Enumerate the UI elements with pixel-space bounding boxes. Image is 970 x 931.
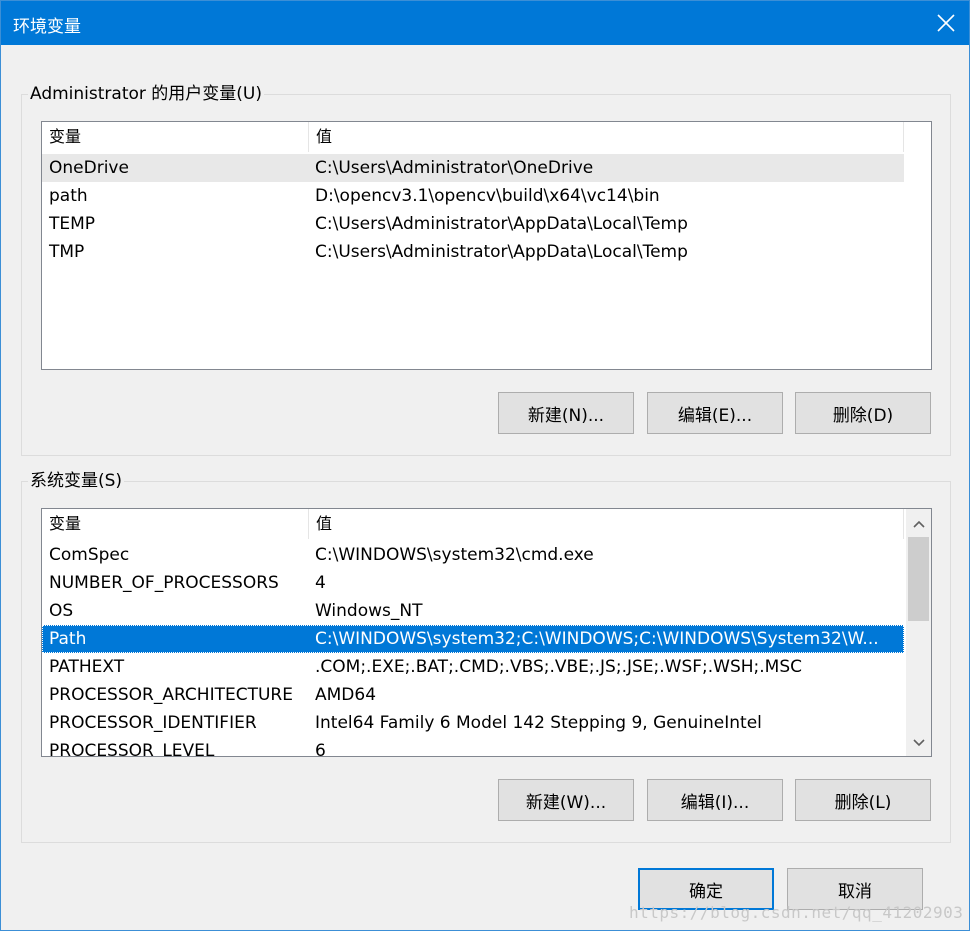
user-delete-button[interactable]: 删除(D) bbox=[795, 392, 931, 434]
list-item-selected[interactable]: Path C:\WINDOWS\system32;C:\WINDOWS;C:\W… bbox=[42, 625, 904, 653]
list-item[interactable]: OS Windows_NT bbox=[42, 597, 904, 625]
scroll-up-button[interactable] bbox=[906, 511, 931, 536]
variable-name: Path bbox=[49, 629, 87, 649]
system-delete-button[interactable]: 删除(L) bbox=[795, 779, 931, 821]
variable-value: Windows_NT bbox=[315, 601, 423, 621]
variable-value: .COM;.EXE;.BAT;.CMD;.VBS;.VBE;.JS;.JSE;.… bbox=[315, 657, 803, 677]
watermark-text: https://blog.csdn.net/qq_41202903 bbox=[629, 903, 964, 922]
variable-name: PROCESSOR_ARCHITECTURE bbox=[49, 685, 293, 705]
scroll-down-button[interactable] bbox=[906, 730, 931, 755]
environment-variables-dialog: 环境变量 Administrator 的用户变量(U) 变量 值 OneDriv… bbox=[0, 0, 970, 931]
list-header: 变量 值 bbox=[42, 509, 904, 539]
vertical-scrollbar[interactable] bbox=[906, 509, 931, 756]
variable-name: TEMP bbox=[49, 214, 96, 234]
variable-name: path bbox=[49, 186, 88, 206]
list-header: 变量 值 bbox=[42, 122, 904, 152]
variable-value: 4 bbox=[315, 573, 326, 593]
list-item[interactable]: NUMBER_OF_PROCESSORS 4 bbox=[42, 569, 904, 597]
variable-value: 6 bbox=[315, 741, 326, 757]
window-title: 环境变量 bbox=[13, 17, 81, 37]
list-item[interactable]: TEMP C:\Users\Administrator\AppData\Loca… bbox=[42, 210, 904, 238]
variable-name: PROCESSOR_LEVEL bbox=[49, 741, 215, 757]
user-variables-label: Administrator 的用户变量(U) bbox=[28, 84, 264, 104]
variable-name: PATHEXT bbox=[49, 657, 125, 677]
variable-name: ComSpec bbox=[49, 545, 130, 565]
variable-value: D:\opencv3.1\opencv\build\x64\vc14\bin bbox=[315, 186, 660, 206]
user-new-button[interactable]: 新建(N)... bbox=[498, 392, 634, 434]
variable-value: C:\WINDOWS\system32\cmd.exe bbox=[315, 545, 594, 565]
title-bar[interactable]: 环境变量 bbox=[1, 1, 969, 45]
variable-name: NUMBER_OF_PROCESSORS bbox=[49, 573, 279, 593]
variable-value: C:\WINDOWS\system32;C:\WINDOWS;C:\WINDOW… bbox=[315, 629, 879, 649]
variable-value: C:\Users\Administrator\AppData\Local\Tem… bbox=[315, 214, 688, 234]
list-item[interactable]: OneDrive C:\Users\Administrator\OneDrive bbox=[42, 154, 904, 182]
column-header-value[interactable]: 值 bbox=[309, 122, 904, 152]
list-item[interactable]: PROCESSOR_IDENTIFIER Intel64 Family 6 Mo… bbox=[42, 709, 904, 737]
column-header-variable[interactable]: 变量 bbox=[42, 122, 309, 152]
list-item[interactable]: path D:\opencv3.1\opencv\build\x64\vc14\… bbox=[42, 182, 904, 210]
list-item[interactable]: PROCESSOR_LEVEL 6 bbox=[42, 737, 904, 757]
system-new-button[interactable]: 新建(W)... bbox=[498, 779, 634, 821]
list-item[interactable]: PATHEXT .COM;.EXE;.BAT;.CMD;.VBS;.VBE;.J… bbox=[42, 653, 904, 681]
column-header-variable[interactable]: 变量 bbox=[42, 509, 309, 539]
system-edit-button[interactable]: 编辑(I)... bbox=[647, 779, 783, 821]
system-variables-label: 系统变量(S) bbox=[28, 471, 125, 491]
list-item[interactable]: TMP C:\Users\Administrator\AppData\Local… bbox=[42, 238, 904, 266]
list-item[interactable]: ComSpec C:\WINDOWS\system32\cmd.exe bbox=[42, 541, 904, 569]
chevron-down-icon bbox=[912, 738, 925, 746]
variable-name: OS bbox=[49, 601, 74, 621]
variable-value: Intel64 Family 6 Model 142 Stepping 9, G… bbox=[315, 713, 762, 733]
user-edit-button[interactable]: 编辑(E)... bbox=[647, 392, 783, 434]
variable-name: OneDrive bbox=[49, 158, 129, 178]
close-icon bbox=[937, 14, 955, 32]
variable-value: AMD64 bbox=[315, 685, 377, 705]
user-variables-list[interactable]: 变量 值 OneDrive C:\Users\Administrator\One… bbox=[41, 121, 932, 370]
close-button[interactable] bbox=[923, 1, 969, 45]
list-item[interactable]: PROCESSOR_ARCHITECTURE AMD64 bbox=[42, 681, 904, 709]
variable-name: PROCESSOR_IDENTIFIER bbox=[49, 713, 257, 733]
column-header-value[interactable]: 值 bbox=[309, 509, 904, 539]
system-variables-list[interactable]: 变量 值 ComSpec C:\WINDOWS\system32\cmd.exe… bbox=[41, 508, 932, 757]
scroll-thumb[interactable] bbox=[908, 537, 929, 621]
variable-name: TMP bbox=[49, 242, 85, 262]
chevron-up-icon bbox=[912, 520, 925, 528]
variable-value: C:\Users\Administrator\OneDrive bbox=[315, 158, 594, 178]
variable-value: C:\Users\Administrator\AppData\Local\Tem… bbox=[315, 242, 688, 262]
